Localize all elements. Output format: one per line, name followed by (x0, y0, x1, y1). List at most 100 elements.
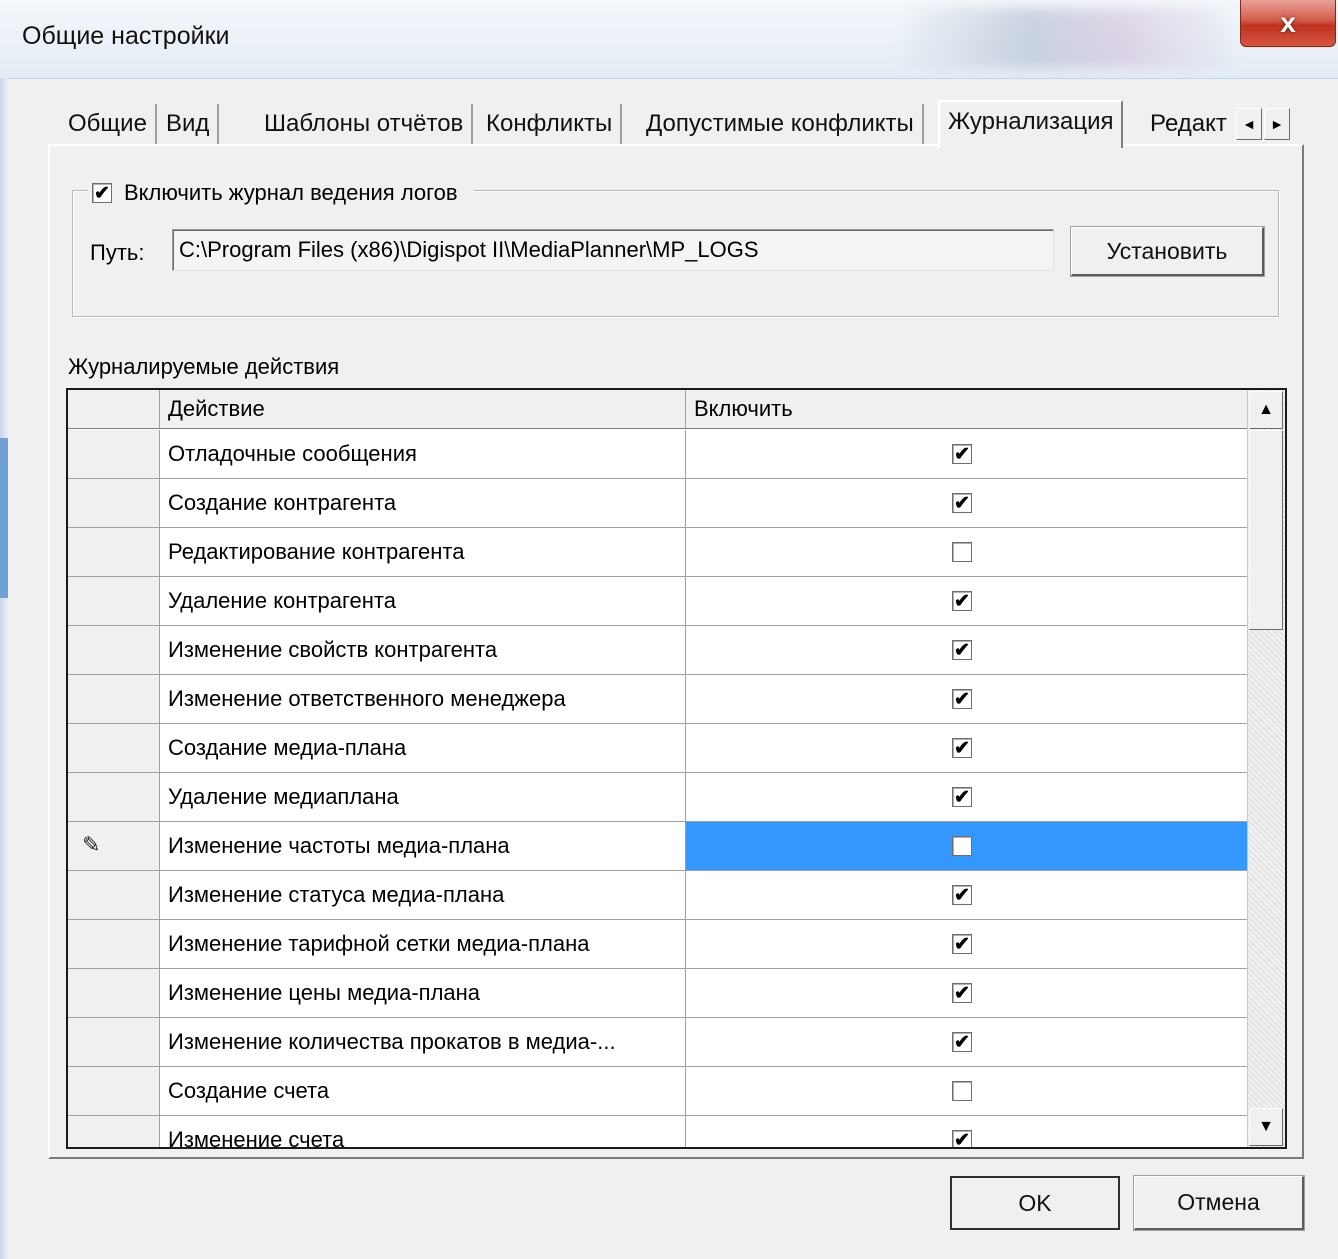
enable-cell[interactable] (686, 1067, 1248, 1115)
row-indicator[interactable] (68, 577, 160, 625)
tab-view[interactable]: Вид (158, 104, 220, 144)
tab-report-templates[interactable]: Шаблоны отчётов (256, 104, 474, 144)
enable-checkbox[interactable]: ✔ (952, 591, 972, 611)
row-indicator[interactable] (68, 1067, 160, 1115)
enable-checkbox[interactable]: ✔ (952, 1130, 972, 1147)
action-cell[interactable]: Создание медиа-плана (160, 724, 686, 772)
header-enable[interactable]: Включить (686, 390, 1248, 428)
cancel-button[interactable]: Отмена (1133, 1175, 1305, 1231)
enable-cell[interactable] (686, 528, 1248, 576)
window-title: Общие настройки (22, 22, 230, 50)
action-cell[interactable]: Удаление медиаплана (160, 773, 686, 821)
table-row[interactable]: Создание медиа-плана ✔ (68, 724, 1248, 773)
table-row[interactable]: Изменение тарифной сетки медиа-плана ✔ (68, 920, 1248, 969)
grid-scrollbar[interactable]: ▲ ▼ (1247, 390, 1285, 1147)
table-row[interactable]: Отладочные сообщения ✔ (68, 430, 1248, 479)
logged-actions-grid: Действие Включить Отладочные сообщения ✔ С… (66, 388, 1287, 1149)
scroll-down-button[interactable]: ▼ (1249, 1108, 1283, 1146)
enable-cell[interactable]: ✔ (686, 1018, 1248, 1066)
action-cell[interactable]: Отладочные сообщения (160, 430, 686, 478)
table-row[interactable]: Редактирование контрагента (68, 528, 1248, 577)
table-row[interactable]: Изменение количества прокатов в медиа-..… (68, 1018, 1248, 1067)
enable-cell[interactable]: ✔ (686, 479, 1248, 527)
arrow-right-icon: ► (1270, 116, 1284, 132)
table-row[interactable]: Изменение статуса медиа-плана ✔ (68, 871, 1248, 920)
enable-checkbox[interactable]: ✔ (952, 1032, 972, 1052)
enable-cell[interactable]: ✔ (686, 724, 1248, 772)
enable-checkbox[interactable] (952, 1081, 972, 1101)
row-indicator[interactable] (68, 871, 160, 919)
enable-cell[interactable]: ✔ (686, 773, 1248, 821)
scroll-thumb[interactable] (1249, 430, 1283, 630)
row-indicator[interactable] (68, 626, 160, 674)
enable-cell[interactable]: ✔ (686, 626, 1248, 674)
row-indicator[interactable]: ✎ (68, 822, 160, 870)
enable-checkbox[interactable]: ✔ (952, 738, 972, 758)
action-cell[interactable]: Изменение свойств контрагента (160, 626, 686, 674)
row-indicator[interactable] (68, 675, 160, 723)
row-indicator[interactable] (68, 430, 160, 478)
table-row[interactable]: Удаление медиаплана ✔ (68, 773, 1248, 822)
action-cell[interactable]: Создание счета (160, 1067, 686, 1115)
table-row[interactable]: Изменение счета ✔ (68, 1116, 1248, 1147)
row-indicator[interactable] (68, 969, 160, 1017)
tab-scroll-right-button[interactable]: ► (1264, 108, 1290, 140)
tab-scroll-left-button[interactable]: ◄ (1236, 108, 1262, 140)
enable-checkbox[interactable]: ✔ (952, 493, 972, 513)
enable-cell[interactable]: ✔ (686, 1116, 1248, 1147)
row-indicator[interactable] (68, 920, 160, 968)
tab-general[interactable]: Общие (60, 104, 157, 144)
enable-cell[interactable]: ✔ (686, 969, 1248, 1017)
row-indicator[interactable] (68, 1116, 160, 1147)
enable-checkbox[interactable]: ✔ (952, 689, 972, 709)
row-indicator[interactable] (68, 773, 160, 821)
tab-logging[interactable]: Журнализация (938, 100, 1124, 148)
enable-checkbox[interactable]: ✔ (952, 444, 972, 464)
enable-cell[interactable]: ✔ (686, 430, 1248, 478)
tab-allowed-conflicts[interactable]: Допустимые конфликты (638, 104, 924, 144)
enable-checkbox[interactable]: ✔ (952, 787, 972, 807)
row-indicator[interactable] (68, 479, 160, 527)
enable-logging-checkbox[interactable]: ✔ Включить журнал ведения логов (88, 180, 474, 206)
ok-button[interactable]: OK (950, 1176, 1120, 1230)
row-indicator[interactable] (68, 1018, 160, 1066)
path-field[interactable]: C:\Program Files (x86)\Digispot II\Media… (172, 229, 1054, 271)
action-cell[interactable]: Изменение ответственного менеджера (160, 675, 686, 723)
enable-checkbox[interactable] (952, 836, 972, 856)
action-cell[interactable]: Создание контрагента (160, 479, 686, 527)
action-cell[interactable]: Изменение тарифной сетки медиа-плана (160, 920, 686, 968)
enable-checkbox[interactable]: ✔ (952, 983, 972, 1003)
header-action[interactable]: Действие (160, 390, 686, 428)
enable-cell[interactable]: ✔ (686, 871, 1248, 919)
table-row[interactable]: Изменение свойств контрагента ✔ (68, 626, 1248, 675)
table-row[interactable]: Создание счета (68, 1067, 1248, 1116)
tab-conflicts[interactable]: Конфликты (478, 104, 623, 144)
checkbox[interactable]: ✔ (92, 183, 112, 203)
tab-editor[interactable]: Редакт (1142, 104, 1235, 144)
scroll-up-button[interactable]: ▲ (1249, 391, 1283, 429)
enable-checkbox[interactable]: ✔ (952, 640, 972, 660)
enable-cell[interactable]: ✔ (686, 675, 1248, 723)
row-indicator[interactable] (68, 724, 160, 772)
table-row[interactable]: Создание контрагента ✔ (68, 479, 1248, 528)
action-cell[interactable]: Изменение цены медиа-плана (160, 969, 686, 1017)
set-path-button[interactable]: Установить (1070, 226, 1265, 277)
action-cell[interactable]: Удаление контрагента (160, 577, 686, 625)
enable-checkbox[interactable]: ✔ (952, 885, 972, 905)
table-row[interactable]: ✎ Изменение частоты медиа-плана (68, 822, 1248, 871)
enable-cell[interactable]: ✔ (686, 920, 1248, 968)
table-row[interactable]: Удаление контрагента ✔ (68, 577, 1248, 626)
enable-cell[interactable]: ✔ (686, 577, 1248, 625)
close-button[interactable]: x (1240, 0, 1336, 47)
action-cell[interactable]: Изменение частоты медиа-плана (160, 822, 686, 870)
enable-checkbox[interactable] (952, 542, 972, 562)
action-cell[interactable]: Изменение количества прокатов в медиа-..… (160, 1018, 686, 1066)
row-indicator[interactable] (68, 528, 160, 576)
enable-checkbox[interactable]: ✔ (952, 934, 972, 954)
action-cell[interactable]: Изменение счета (160, 1116, 686, 1147)
action-cell[interactable]: Изменение статуса медиа-плана (160, 871, 686, 919)
table-row[interactable]: Изменение ответственного менеджера ✔ (68, 675, 1248, 724)
table-row[interactable]: Изменение цены медиа-плана ✔ (68, 969, 1248, 1018)
enable-cell[interactable] (686, 822, 1248, 870)
action-cell[interactable]: Редактирование контрагента (160, 528, 686, 576)
